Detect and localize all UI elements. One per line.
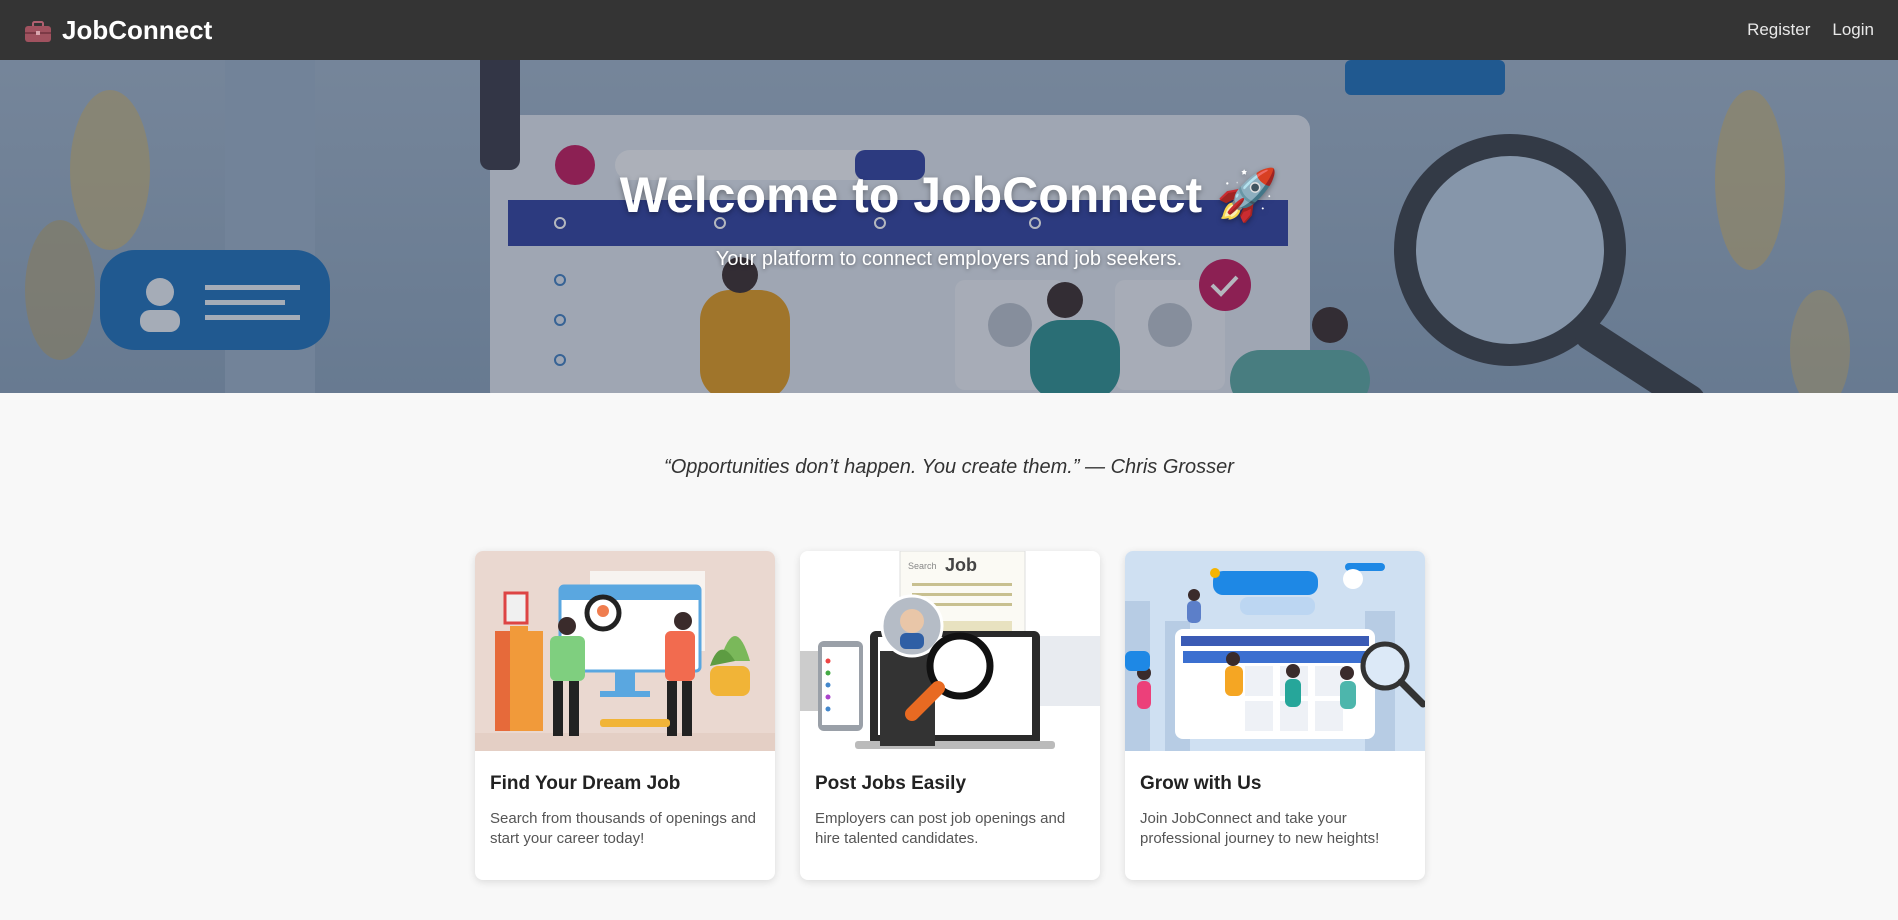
- nav-links: Register Login: [1747, 20, 1874, 40]
- register-link[interactable]: Register: [1747, 20, 1810, 40]
- hero-banner: Welcome to JobConnect 🚀 Your platform to…: [0, 60, 1898, 393]
- card-text: Join JobConnect and take your profession…: [1140, 810, 1380, 847]
- card-grow[interactable]: Grow with Us Join JobConnect and take yo…: [1125, 551, 1425, 880]
- card-text: Employers can post job openings and hire…: [815, 810, 1066, 847]
- job-search-illustration: [475, 551, 775, 751]
- navbar: JobConnect Register Login: [0, 0, 1898, 60]
- card-post-jobs[interactable]: Search Job Post Jobs Easily Employers ca…: [800, 551, 1100, 880]
- hero-subtitle: Your platform to connect employers and j…: [715, 248, 1183, 270]
- brand[interactable]: JobConnect: [24, 15, 212, 46]
- card-title: Find Your Dream Job: [490, 773, 681, 794]
- card-body: Grow with Us Join JobConnect and take yo…: [1125, 751, 1425, 849]
- card-text: Search from thousands of openings and st…: [490, 810, 757, 847]
- card-body: Find Your Dream Job Search from thousand…: [475, 751, 775, 849]
- card-body: Post Jobs Easily Employers can post job …: [800, 751, 1100, 849]
- card-title: Grow with Us: [1140, 773, 1262, 794]
- briefcase-icon: [24, 19, 52, 42]
- growth-illustration: [1125, 551, 1425, 751]
- job-post-illustration: Search Job: [800, 551, 1100, 751]
- image-job-text: Job: [945, 555, 977, 575]
- login-link[interactable]: Login: [1832, 20, 1874, 40]
- quote: “Opportunities don’t happen. You create …: [664, 456, 1234, 478]
- card-title: Post Jobs Easily: [815, 773, 967, 794]
- hero-overlay: [0, 60, 1898, 393]
- hero-title: Welcome to JobConnect 🚀: [619, 167, 1279, 223]
- brand-name: JobConnect: [62, 14, 213, 45]
- card-find-job[interactable]: Find Your Dream Job Search from thousand…: [475, 551, 775, 880]
- image-search-text: Search: [908, 561, 937, 571]
- feature-cards: Find Your Dream Job Search from thousand…: [475, 551, 1425, 880]
